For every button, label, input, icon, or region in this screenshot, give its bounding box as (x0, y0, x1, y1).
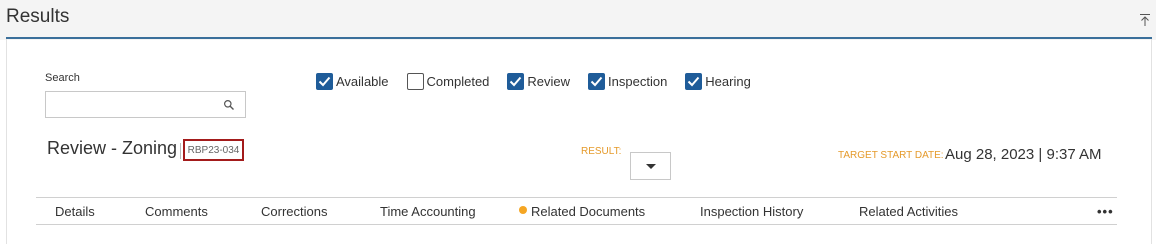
tab-related-documents[interactable]: Related Documents (531, 204, 645, 219)
section-title: Results (6, 6, 70, 27)
checkbox-checked-icon[interactable] (685, 73, 703, 90)
target-start-value: Aug 28, 2023 | 9:37 AM (945, 146, 1102, 163)
caret-down-icon (646, 164, 656, 169)
checkbox-checked-icon[interactable] (588, 73, 606, 90)
tab-time-accounting[interactable]: Time Accounting (380, 204, 476, 219)
search-field[interactable] (45, 91, 246, 118)
target-start-label: TARGET START DATE: (838, 150, 944, 161)
filter-label: Available (336, 74, 389, 89)
tabs-top-divider (36, 197, 1117, 198)
tab-inspection-history[interactable]: Inspection History (700, 204, 803, 219)
search-input[interactable] (46, 92, 245, 117)
filter-label: Completed (426, 74, 490, 89)
checkbox-checked-icon[interactable] (507, 73, 525, 90)
filter-label: Inspection (608, 74, 668, 89)
results-header: Results (0, 0, 1156, 40)
search-icon[interactable] (223, 98, 235, 110)
checkbox-unchecked-icon[interactable] (406, 73, 424, 90)
tab-details[interactable]: Details (55, 204, 95, 219)
record-id-link[interactable]: RBP23-034 (183, 139, 244, 161)
tabs-bottom-divider (36, 224, 1117, 225)
tab-corrections[interactable]: Corrections (261, 204, 327, 219)
record-title: Review - Zoning (47, 138, 178, 158)
filter-inspection[interactable]: Inspection (588, 73, 667, 90)
status-filters: Available Completed Review Inspection He… (316, 73, 769, 90)
result-dropdown[interactable] (630, 152, 671, 180)
result-label: RESULT: (581, 146, 622, 157)
search-label: Search (45, 72, 80, 84)
more-options-icon[interactable]: ••• (1097, 204, 1114, 219)
filter-label: Review (527, 74, 571, 89)
notification-dot-icon (519, 206, 527, 214)
filter-completed[interactable]: Completed (406, 73, 490, 90)
checkbox-checked-icon[interactable] (316, 73, 333, 90)
filter-review[interactable]: Review (507, 73, 570, 90)
filter-label: Hearing (705, 74, 751, 89)
filter-hearing[interactable]: Hearing (685, 73, 751, 90)
collapse-icon[interactable] (1139, 13, 1151, 27)
tab-related-activities[interactable]: Related Activities (859, 204, 958, 219)
tab-comments[interactable]: Comments (145, 204, 208, 219)
title-separator (180, 143, 181, 159)
filter-available[interactable]: Available (316, 73, 389, 90)
